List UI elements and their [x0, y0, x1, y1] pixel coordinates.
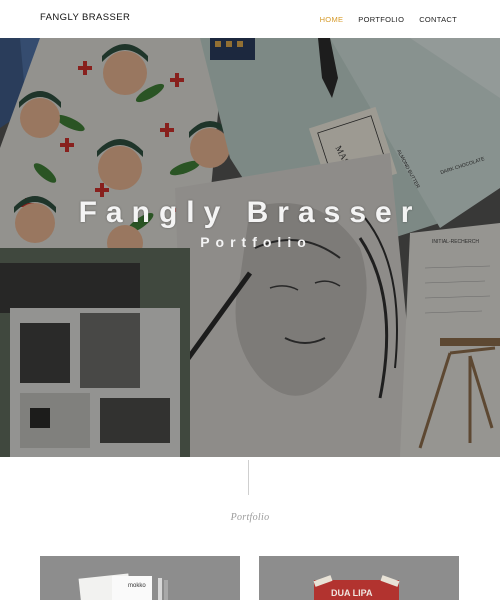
card-1-caption: mokko: [128, 583, 146, 589]
section-divider: [248, 460, 249, 495]
portfolio-section-label: Portfolio: [230, 512, 270, 523]
hero-subtitle: Portfolio: [200, 234, 312, 250]
nav-contact[interactable]: CONTACT: [419, 15, 457, 24]
card-2-caption: DUA LIPA: [331, 588, 373, 598]
hero-title: Fangly Brasser: [78, 196, 422, 229]
nav-portfolio[interactable]: PORTFOLIO: [358, 15, 404, 24]
card-2-image: DUA LIPA: [259, 556, 459, 600]
site-header: FANGLY BRASSER HOME PORTFOLIO CONTACT: [0, 0, 500, 38]
portfolio-card-2[interactable]: DUA LIPA: [259, 556, 459, 600]
site-brand[interactable]: FANGLY BRASSER: [40, 12, 130, 23]
main-nav: HOME PORTFOLIO CONTACT: [305, 15, 457, 24]
hero-banner: MAST ALMOND BUTTER DARK CHOCOLATE INITIA…: [0, 38, 500, 457]
card-1-image: mokko: [40, 556, 240, 600]
nav-home[interactable]: HOME: [320, 15, 344, 24]
portfolio-card-1[interactable]: mokko: [40, 556, 240, 600]
